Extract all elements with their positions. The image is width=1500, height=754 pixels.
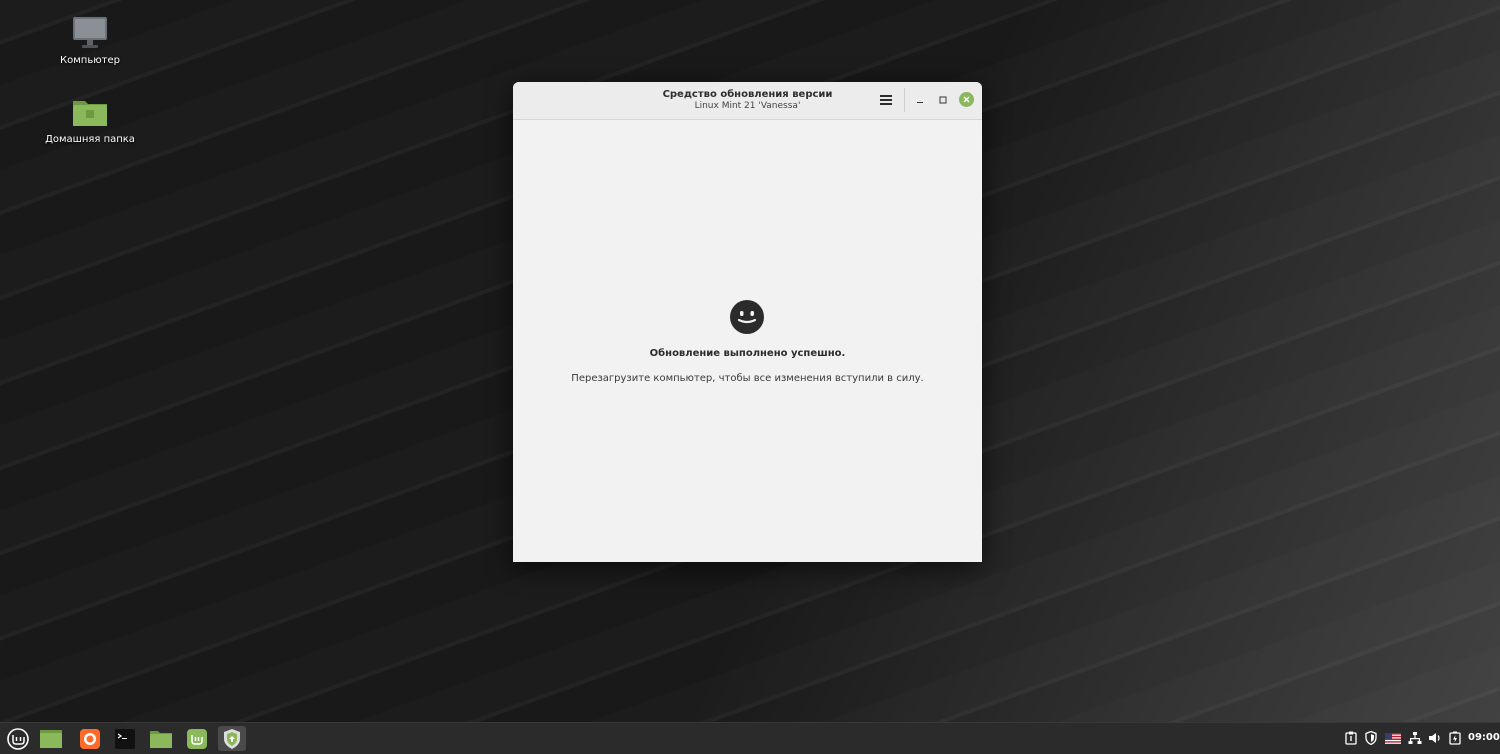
clipboard-icon <box>1345 731 1357 745</box>
power-tray-button[interactable] <box>1448 731 1462 745</box>
desktop-icon-label: Компьютер <box>60 55 120 66</box>
success-message: Перезагрузите компьютер, чтобы все измен… <box>571 373 924 384</box>
battery-icon <box>1449 731 1461 745</box>
success-title: Обновление выполнено успешно. <box>649 348 846 359</box>
show-desktop-button[interactable] <box>37 726 65 751</box>
close-button[interactable] <box>959 92 974 107</box>
firefox-button[interactable] <box>76 726 104 751</box>
smiley-face-icon <box>730 300 764 334</box>
clipboard-tray-button[interactable] <box>1344 731 1358 745</box>
maximize-icon <box>939 96 947 104</box>
terminal-button[interactable] <box>111 726 139 751</box>
file-manager-button[interactable] <box>147 726 175 751</box>
mintinstall-button[interactable] <box>183 726 211 751</box>
close-icon <box>963 96 970 103</box>
update-shield-tray-button[interactable] <box>1364 731 1378 745</box>
maximize-button[interactable] <box>934 91 952 109</box>
us-flag-icon <box>1385 732 1401 744</box>
hamburger-icon <box>880 95 892 105</box>
mintinstall-icon <box>187 728 207 749</box>
hamburger-menu-button[interactable] <box>877 91 895 109</box>
shield-icon <box>1365 731 1377 745</box>
keyboard-layout-tray-button[interactable] <box>1385 731 1401 745</box>
desktop-icon-home-folder[interactable]: Домашняя папка <box>35 95 145 145</box>
minimize-icon <box>917 102 923 103</box>
network-icon <box>1408 732 1422 744</box>
taskbar: 09:00 <box>0 722 1500 754</box>
titlebar-separator <box>904 88 905 112</box>
mint-menu-button[interactable] <box>4 726 32 751</box>
window-titlebar[interactable]: Средство обновления версии Linux Mint 21… <box>513 82 982 120</box>
mint-menu-icon <box>7 727 29 750</box>
window-content: Обновление выполнено успешно. Перезагруз… <box>513 120 982 562</box>
terminal-icon <box>115 728 135 749</box>
home-folder-icon <box>73 101 107 126</box>
clock[interactable]: 09:00 <box>1468 732 1500 743</box>
upgrade-tool-icon <box>224 728 240 749</box>
volume-tray-button[interactable] <box>1428 731 1442 745</box>
upgrade-window: Средство обновления версии Linux Mint 21… <box>513 82 982 562</box>
network-tray-button[interactable] <box>1408 731 1422 745</box>
upgrade-tool-button[interactable] <box>218 726 246 751</box>
desktop-icon-label: Домашняя папка <box>45 134 135 145</box>
firefox-icon <box>80 728 100 749</box>
show-desktop-icon <box>40 729 62 748</box>
minimize-button[interactable] <box>911 91 929 109</box>
computer-icon <box>73 17 107 48</box>
file-manager-icon <box>150 730 172 748</box>
desktop-icon-computer[interactable]: Компьютер <box>35 16 145 66</box>
volume-icon <box>1429 733 1440 743</box>
